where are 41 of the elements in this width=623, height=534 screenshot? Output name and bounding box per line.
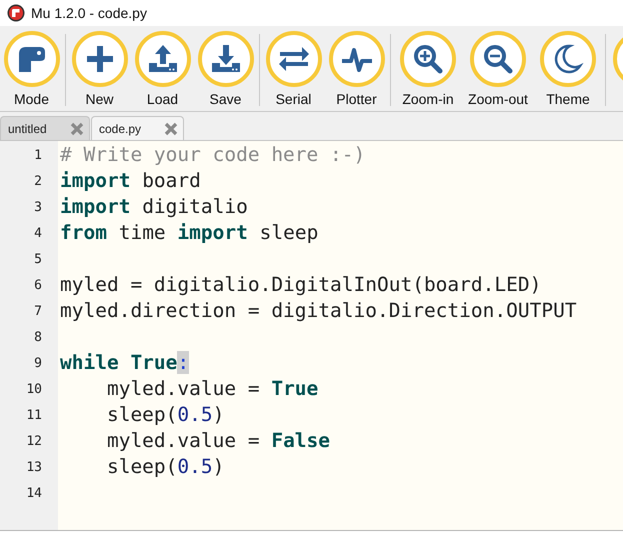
line-number: 13: [26, 460, 42, 474]
close-icon[interactable]: [70, 122, 84, 136]
line-number: 7: [34, 304, 42, 318]
code-line: while True:: [60, 351, 190, 374]
moon-icon: [554, 44, 582, 74]
file-tab[interactable]: code.py: [91, 116, 184, 140]
download-icon: [212, 45, 240, 72]
close-icon[interactable]: [164, 122, 178, 136]
plus-icon: [86, 46, 112, 72]
code-line: import board: [60, 169, 201, 192]
window-title: Mu 1.2.0 - code.py: [31, 5, 147, 21]
code-line: myled.direction = digitalio.Direction.OUTPUT: [60, 299, 577, 322]
upload-icon: [148, 45, 176, 72]
zoom-out-icon: [484, 45, 512, 74]
code-line: import digitalio: [60, 195, 248, 218]
zoom-in-icon: [414, 45, 442, 74]
line-number: 9: [34, 356, 42, 370]
code-editor[interactable]: [0, 140, 623, 531]
mode-icon: [18, 47, 44, 72]
code-line: from time import sleep: [60, 221, 318, 244]
line-number: 8: [34, 330, 42, 344]
app-logo-icon: [7, 4, 25, 22]
arrows-icon: [278, 47, 308, 71]
line-number: 11: [26, 408, 42, 422]
line-number: 5: [34, 252, 42, 266]
file-tab[interactable]: untitled: [0, 116, 90, 140]
line-number: 14: [26, 486, 42, 500]
line-number: 4: [34, 226, 42, 240]
code-line: myled.value = False: [106, 429, 330, 452]
line-number: 12: [26, 434, 42, 448]
code-line: myled = digitalio.DigitalInOut(board.LED): [60, 273, 542, 296]
code-line: myled.value = True: [106, 377, 318, 400]
code-line: sleep(0.5): [106, 403, 224, 426]
code-line: # Write your code here :-): [60, 143, 366, 166]
line-number: 10: [26, 382, 42, 396]
line-number: 1: [34, 148, 42, 162]
pulse-icon: [342, 48, 372, 72]
line-number: 2: [34, 174, 42, 188]
line-number: 6: [34, 278, 42, 292]
code-line: sleep(0.5): [106, 455, 224, 478]
line-number: 3: [34, 200, 42, 214]
